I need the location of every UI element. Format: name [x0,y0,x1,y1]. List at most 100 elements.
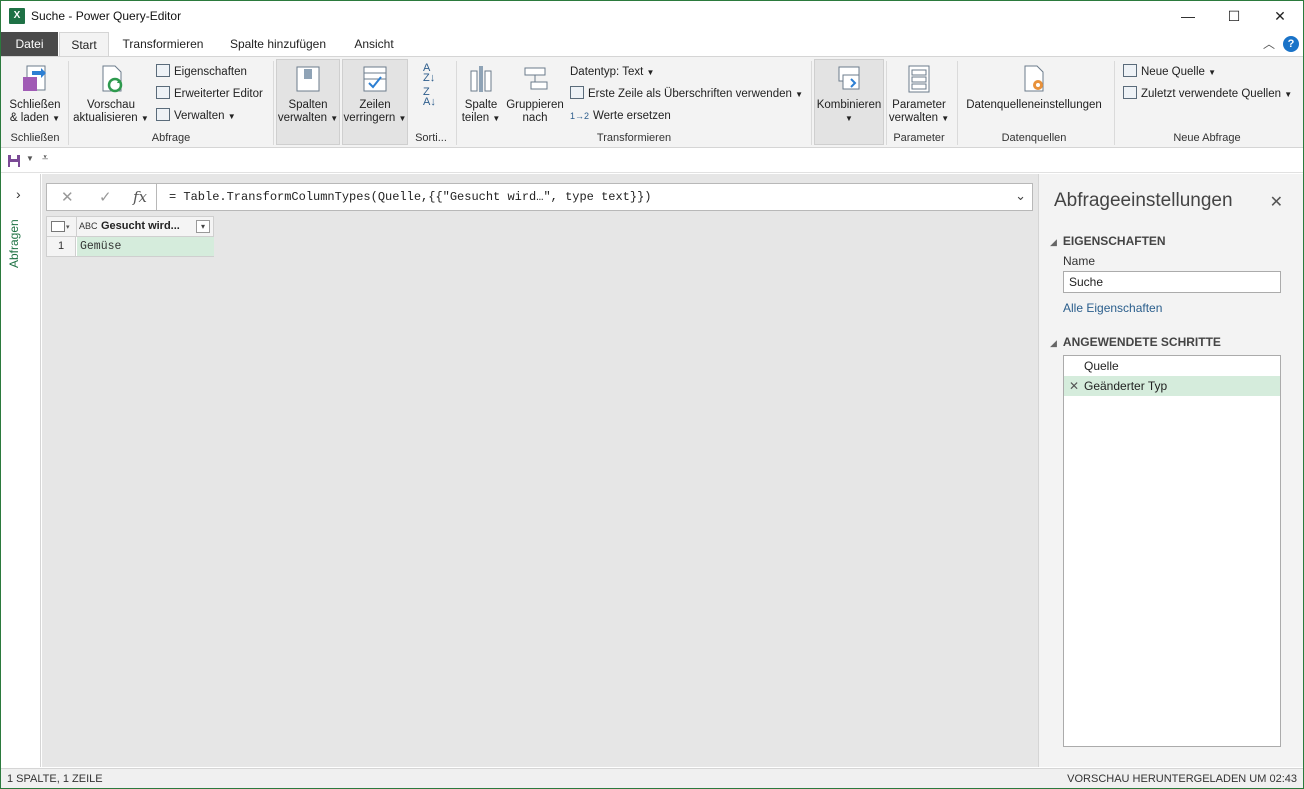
all-properties-link[interactable]: Alle Eigenschaften [1063,301,1162,315]
recent-sources-icon [1123,86,1137,99]
ribbon-separator [886,61,887,145]
ribbon-separator [811,61,812,145]
help-icon[interactable]: ? [1283,36,1299,52]
group-label-transformieren: Transformieren [596,132,672,144]
ribbon: Schließen & laden ▼ Schließen Vorschau a… [1,56,1303,148]
sort-descending-icon[interactable]: Z A↓ [423,87,436,108]
fx-icon[interactable]: fx [133,188,147,206]
list-item[interactable]: Quelle [1064,356,1280,376]
query-settings-title: Abfrageeinstellungen [1054,190,1233,211]
manage-columns-button[interactable]: Spalten verwalten ▼ [277,63,339,125]
split-column-icon [470,66,492,92]
group-label-neue-abfrage: Neue Abfrage [1173,132,1241,144]
column-header-label[interactable]: Gesucht wird... [101,220,180,232]
combine-label: Kombinieren [816,99,882,111]
close-and-load-button[interactable]: Schließen & laden ▼ [5,63,65,125]
close-settings-icon[interactable]: ✕ [1270,192,1283,212]
sort-ascending-icon[interactable]: A Z↓ [423,63,435,84]
title-bar: X Suche - Power Query-Editor — ☐ ✕ [1,1,1303,32]
table-menu-caret[interactable]: ▾ [66,223,70,231]
data-source-settings-button[interactable]: Datenquelleneinstellungen [961,63,1107,112]
cell-value[interactable]: Gemüse [77,237,214,256]
list-item[interactable]: ✕ Geänderter Typ [1064,376,1280,396]
combine-button[interactable]: Kombinieren ▼ [815,63,883,125]
table-menu-icon[interactable] [51,221,65,232]
properties-icon [156,64,170,77]
new-source-label: Neue Quelle [1141,66,1205,78]
query-name-input[interactable]: Suche [1063,271,1281,293]
reduce-rows-icon [363,66,387,92]
minimize-button[interactable]: — [1165,1,1211,32]
group-by-line2: nach [522,112,548,124]
queries-pane: › Abfragen [1,174,41,767]
recent-sources-button[interactable]: Zuletzt verwendete Quellen ▼ [1123,85,1292,103]
delete-step-icon[interactable]: ✕ [1069,376,1079,396]
maximize-button[interactable]: ☐ [1211,1,1257,32]
data-type-label: Datentyp: Text [570,66,644,78]
tab-datei[interactable]: Datei [1,32,58,56]
applied-steps-heading-label: ANGEWENDETE SCHRITTE [1062,335,1221,349]
confirm-formula-icon[interactable]: ✓ [99,188,112,206]
save-dropdown-icon[interactable]: ▼ [26,154,34,163]
tab-spalte-hinzufuegen[interactable]: Spalte hinzufügen [221,32,335,56]
use-first-row-label: Erste Zeile als Überschriften verwenden [588,88,792,100]
manage-columns-icon [296,66,320,92]
step-label: Geänderter Typ [1084,379,1168,393]
advanced-editor-button[interactable]: Erweiterter Editor [156,85,263,103]
quick-access-toolbar: ▼ ⩡ [1,149,1303,173]
manage-parameters-button[interactable]: Parameter verwalten ▼ [888,63,950,125]
group-by-line1: Gruppieren [506,99,564,111]
use-first-row-headers-button[interactable]: Erste Zeile als Überschriften verwenden … [570,85,803,103]
properties-button[interactable]: Eigenschaften [156,63,247,81]
save-icon[interactable] [6,153,22,169]
group-label-schliessen: Schließen [10,132,60,144]
refresh-preview-button[interactable]: Vorschau aktualisieren ▼ [72,63,150,125]
properties-heading[interactable]: ◢ EIGENSCHAFTEN [1050,234,1166,248]
ribbon-separator [456,61,457,145]
manage-parameters-line2: verwalten [888,112,939,124]
split-column-button[interactable]: Spalte teilen ▼ [459,63,503,125]
replace-values-button[interactable]: 1→2 Werte ersetzen [570,107,671,125]
split-column-line1: Spalte [464,99,498,111]
close-window-button[interactable]: ✕ [1257,1,1303,32]
manage-icon [156,108,170,121]
step-label: Quelle [1084,359,1119,373]
data-grid: ▾ ABC Gesucht wird... ▾ 1 Gemüse [46,216,214,257]
reduce-rows-button[interactable]: Zeilen verringern ▼ [343,63,407,125]
applied-steps-list: Quelle ✕ Geänderter Typ [1063,355,1281,747]
tab-start[interactable]: Start [59,32,109,57]
status-bar: 1 SPALTE, 1 ZEILE VORSCHAU HERUNTERGELAD… [1,768,1303,788]
data-type-dropdown[interactable]: Datentyp: Text ▼ [570,63,654,81]
group-label-abfrage: Abfrage [151,132,191,144]
cancel-formula-icon[interactable]: ✕ [61,188,74,206]
manage-parameters-icon [908,65,930,93]
expand-formula-icon[interactable]: ⌄ [1015,188,1026,204]
close-and-load-icon [23,65,46,91]
new-source-button[interactable]: Neue Quelle ▼ [1123,63,1216,81]
row-number: 1 [47,237,76,256]
window-title: Suche - Power Query-Editor [31,9,182,23]
tab-ansicht[interactable]: Ansicht [345,32,403,56]
group-label-sortieren: Sorti... [415,132,447,144]
group-by-button[interactable]: Gruppieren nach [504,63,566,125]
properties-label: Eigenschaften [174,66,247,78]
properties-heading-label: EIGENSCHAFTEN [1062,234,1166,248]
customize-toolbar-icon[interactable]: ⩡ [42,152,48,165]
expand-queries-icon[interactable]: › [16,186,21,202]
status-right: VORSCHAU HERUNTERGELADEN UM 02:43 [1067,773,1297,785]
applied-steps-heading[interactable]: ◢ ANGEWENDETE SCHRITTE [1050,335,1221,349]
advanced-editor-label: Erweiterter Editor [174,88,263,100]
status-left: 1 SPALTE, 1 ZEILE [7,773,103,785]
refresh-preview-icon [102,65,123,93]
manage-query-button[interactable]: Verwalten ▼ [156,107,236,125]
tab-transformieren[interactable]: Transformieren [115,32,211,56]
advanced-editor-icon [156,86,170,99]
replace-values-icon: 1→2 [570,111,590,121]
formula-text[interactable]: = Table.TransformColumnTypes(Quelle,{{"G… [169,190,651,204]
text-type-icon[interactable]: ABC [79,221,98,231]
collapse-ribbon-icon[interactable]: ︿ [1263,35,1275,52]
manage-columns-line2: verwalten [277,112,328,124]
column-filter-dropdown[interactable]: ▾ [196,220,210,233]
queries-pane-label[interactable]: Abfragen [7,208,21,268]
combine-icon [838,66,860,90]
